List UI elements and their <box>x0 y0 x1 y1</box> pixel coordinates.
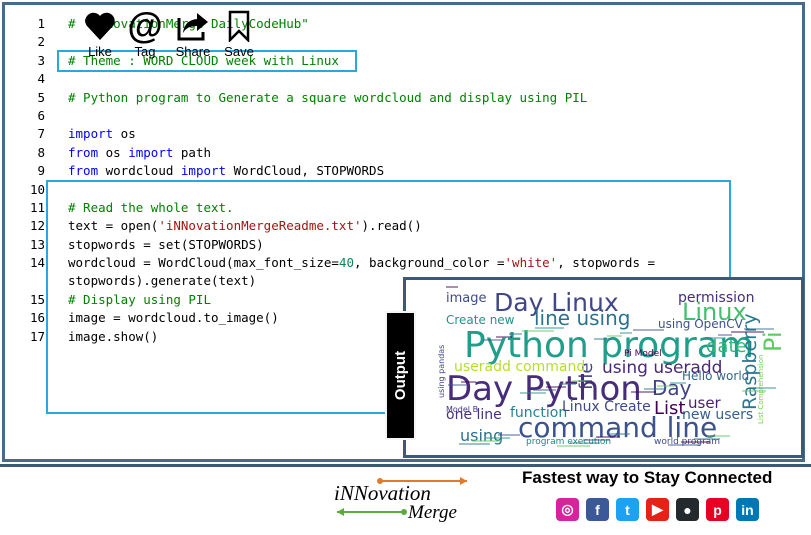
code-text: from os import path <box>68 144 212 160</box>
twitter-icon[interactable]: t <box>616 498 639 521</box>
wordcloud-filler <box>485 437 510 439</box>
code-line: 4 <box>5 70 802 88</box>
wordcloud-filler <box>559 383 576 385</box>
wordcloud-filler <box>705 337 722 339</box>
like-label: Like <box>88 44 112 59</box>
line-number: 15 <box>29 291 45 307</box>
wordcloud-filler <box>533 389 556 391</box>
code-line: 9 from wordcloud import WordCloud, STOPWO… <box>5 162 802 180</box>
at-icon: @ <box>127 5 163 46</box>
code-line: 7 import os <box>5 125 802 143</box>
line-number: 5 <box>37 89 45 105</box>
line-number: 3 <box>37 52 45 68</box>
wordcloud-filler <box>609 433 630 435</box>
line-number: 17 <box>29 328 45 344</box>
bookmark-icon <box>228 10 250 42</box>
wordcloud-filler <box>570 442 600 444</box>
wordcloud-filler <box>718 334 732 336</box>
output-label: Output <box>385 311 416 440</box>
pinterest-icon[interactable]: p <box>706 498 729 521</box>
wordcloud-filler <box>707 435 730 437</box>
wordcloud-filler <box>755 387 776 389</box>
line-number: 16 <box>29 310 45 326</box>
code-text: # Python program to Generate a square wo… <box>68 89 588 105</box>
line-number: 6 <box>37 107 45 123</box>
code-line: 6 <box>5 107 802 125</box>
wordcloud-filler <box>557 445 590 447</box>
share-button[interactable]: Share <box>173 8 213 59</box>
wordcloud-filler <box>496 336 512 338</box>
linkedin-icon[interactable]: in <box>736 498 759 521</box>
youtube-icon[interactable]: ▶ <box>646 498 669 521</box>
wordcloud-filler <box>681 441 710 443</box>
line-number: 8 <box>37 144 45 160</box>
wordcloud-filler <box>509 333 522 335</box>
wordcloud-filler <box>731 331 764 333</box>
line-number: 12 <box>29 218 45 234</box>
wordcloud-output: image Day Linux permission Linux line using C… <box>403 277 804 458</box>
code-text: from wordcloud import WordCloud, STOPWOR… <box>68 163 385 179</box>
wordcloud-filler <box>546 386 566 388</box>
wordcloud-filler <box>446 286 458 288</box>
share-label: Share <box>175 44 211 59</box>
line-number: 9 <box>37 163 45 179</box>
wordcloud-filler <box>644 388 666 390</box>
wordcloud-word: Pi Model <box>624 349 662 359</box>
output-label-text: Output <box>392 350 409 401</box>
tag-label: Tag <box>134 44 156 59</box>
wordcloud-filler <box>459 443 490 445</box>
wordcloud-filler <box>620 332 632 334</box>
wordcloud-filler <box>594 338 612 340</box>
code-line: 1 # "iNNovationMerge DailyCodeHub" <box>5 15 802 33</box>
wordcloud-filler <box>520 392 546 394</box>
wordcloud-word: Model B <box>446 405 479 414</box>
line-number: 11 <box>29 199 45 215</box>
wordcloud-word: using pandas <box>437 344 446 398</box>
wordcloud-word: image <box>446 291 487 306</box>
wordcloud-filler <box>522 330 554 332</box>
line-number: 10 <box>29 181 45 197</box>
save-button[interactable]: Save <box>222 8 256 59</box>
wordcloud-filler <box>742 390 766 392</box>
facebook-icon[interactable]: f <box>586 498 609 521</box>
wordcloud-filler <box>631 391 656 393</box>
line-number: 1 <box>37 16 45 31</box>
brand-logo: iNNovation Merge <box>332 476 472 523</box>
wordcloud-filler <box>448 384 466 386</box>
github-icon[interactable]: ● <box>676 498 699 521</box>
tag-button[interactable]: @ Tag <box>127 5 163 60</box>
wordcloud-filler <box>607 335 622 337</box>
line-number: 14 <box>29 255 45 271</box>
tagline: Fastest way to Stay Connected <box>522 468 773 487</box>
share-icon <box>177 13 208 41</box>
wordcloud-filler <box>670 382 686 384</box>
heart-icon <box>85 12 115 40</box>
wordcloud-filler <box>483 339 502 341</box>
wordcloud-filler <box>657 385 676 387</box>
wordcloud-filler <box>583 439 610 441</box>
code-line: 8 from os import path <box>5 144 802 162</box>
wordcloud-filler <box>694 438 720 440</box>
like-button[interactable]: Like <box>82 8 118 59</box>
wordcloud-filler <box>668 444 700 446</box>
line-number: 2 <box>37 34 45 50</box>
line-number: 7 <box>37 126 45 142</box>
wordcloud-filler <box>596 436 620 438</box>
wordcloud-word: Hello world <box>682 369 750 383</box>
wordcloud-filler <box>461 381 476 383</box>
wordcloud-filler <box>472 440 500 442</box>
code-line: 5 # Python program to Generate a square w… <box>5 89 802 107</box>
wordcloud-filler <box>535 327 564 329</box>
code-text: import os <box>68 126 136 142</box>
line-number: 13 <box>29 236 45 252</box>
wordcloud-filler <box>572 380 586 382</box>
save-label: Save <box>224 44 254 59</box>
wordcloud-filler <box>633 329 664 331</box>
wordcloud-word: Pi <box>759 331 787 352</box>
line-number: 4 <box>37 71 45 87</box>
wordcloud-filler <box>498 434 520 436</box>
instagram-icon[interactable]: ◎ <box>556 498 579 521</box>
wordcloud-filler <box>744 328 774 330</box>
svg-text:Merge: Merge <box>407 502 457 522</box>
